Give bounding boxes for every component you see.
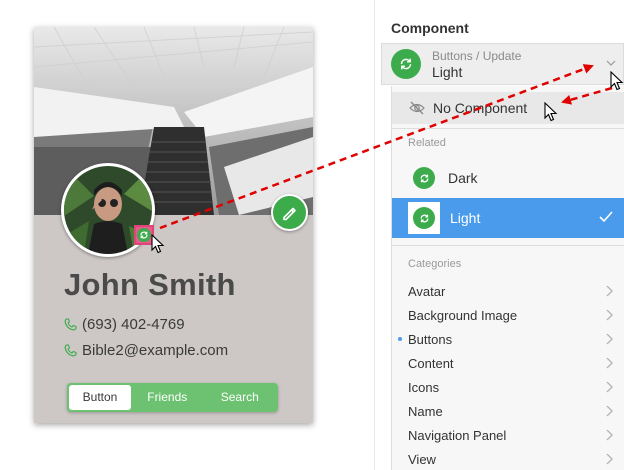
chevron-right-icon bbox=[606, 429, 613, 441]
mouse-cursor-icon bbox=[151, 234, 165, 254]
no-component-option[interactable]: No Component bbox=[392, 92, 624, 124]
category-icons[interactable]: Icons bbox=[392, 375, 624, 399]
related-item-label: Dark bbox=[448, 170, 478, 186]
chevron-down-icon bbox=[606, 60, 616, 66]
tab-search[interactable]: Search bbox=[204, 385, 277, 410]
component-thumbnail bbox=[413, 167, 435, 189]
pencil-icon bbox=[282, 207, 296, 220]
component-value: Light bbox=[432, 64, 463, 80]
category-label: Icons bbox=[408, 379, 440, 395]
chevron-right-icon bbox=[606, 405, 613, 417]
email-row: Bible2@example.com bbox=[64, 342, 228, 359]
category-buttons[interactable]: Buttons bbox=[392, 327, 624, 351]
profile-card: John Smith (693) 402-4769 Bible2@example… bbox=[34, 27, 313, 423]
component-select[interactable]: Buttons / Update Light bbox=[381, 43, 624, 85]
category-background-image[interactable]: Background Image bbox=[392, 303, 624, 327]
thumbnail-frame bbox=[408, 202, 440, 234]
category-view[interactable]: View bbox=[392, 447, 624, 470]
category-label: Buttons bbox=[408, 331, 453, 347]
active-dot bbox=[398, 337, 402, 341]
component-thumbnail bbox=[413, 207, 435, 229]
email-address: Bible2@example.com bbox=[82, 342, 229, 359]
category-navigation-panel[interactable]: Navigation Panel bbox=[392, 423, 624, 447]
related-item-light[interactable]: Light bbox=[392, 198, 624, 238]
related-heading: Related bbox=[408, 137, 446, 149]
refresh-icon bbox=[400, 58, 412, 70]
component-path: Buttons / Update bbox=[432, 49, 522, 63]
mouse-cursor-icon bbox=[610, 71, 624, 91]
component-thumbnail bbox=[391, 49, 421, 79]
edit-button[interactable] bbox=[271, 194, 308, 231]
tab-button[interactable]: Button bbox=[69, 385, 131, 410]
category-label: Navigation Panel bbox=[408, 427, 507, 443]
category-avatar[interactable]: Avatar bbox=[392, 279, 624, 303]
chevron-right-icon bbox=[606, 453, 613, 465]
category-label: Content bbox=[408, 355, 454, 371]
refresh-icon bbox=[420, 174, 428, 182]
phone-row: (693) 402-4769 bbox=[64, 316, 185, 333]
phone-number: (693) 402-4769 bbox=[82, 316, 185, 333]
profile-name: John Smith bbox=[64, 267, 236, 302]
category-label: Avatar bbox=[408, 283, 446, 299]
related-item-dark[interactable]: Dark bbox=[392, 158, 624, 198]
refresh-icon bbox=[137, 228, 151, 242]
check-icon bbox=[599, 211, 613, 223]
phone-icon bbox=[64, 344, 77, 357]
component-dropdown: No Component Related Dark Light Categori… bbox=[391, 86, 624, 470]
no-component-label: No Component bbox=[433, 100, 528, 116]
tab-bar: Button Friends Search bbox=[67, 383, 278, 412]
tab-friends[interactable]: Friends bbox=[131, 385, 204, 410]
category-label: Background Image bbox=[408, 307, 518, 323]
panel-divider bbox=[374, 0, 375, 470]
panel-title: Component bbox=[391, 20, 469, 36]
divider bbox=[392, 245, 624, 246]
chevron-right-icon bbox=[606, 357, 613, 369]
chevron-right-icon bbox=[606, 309, 613, 321]
chevron-right-icon bbox=[606, 381, 613, 393]
chevron-right-icon bbox=[606, 333, 613, 345]
categories-heading: Categories bbox=[408, 258, 462, 270]
related-item-label: Light bbox=[450, 210, 481, 226]
category-name[interactable]: Name bbox=[392, 399, 624, 423]
chevron-right-icon bbox=[606, 285, 613, 297]
category-label: Name bbox=[408, 403, 443, 419]
category-label: View bbox=[408, 451, 436, 467]
refresh-icon bbox=[420, 214, 428, 222]
eye-slash-icon bbox=[409, 101, 425, 115]
mouse-cursor-icon bbox=[544, 102, 558, 122]
divider bbox=[392, 128, 624, 129]
phone-icon bbox=[64, 318, 77, 331]
category-content[interactable]: Content bbox=[392, 351, 624, 375]
